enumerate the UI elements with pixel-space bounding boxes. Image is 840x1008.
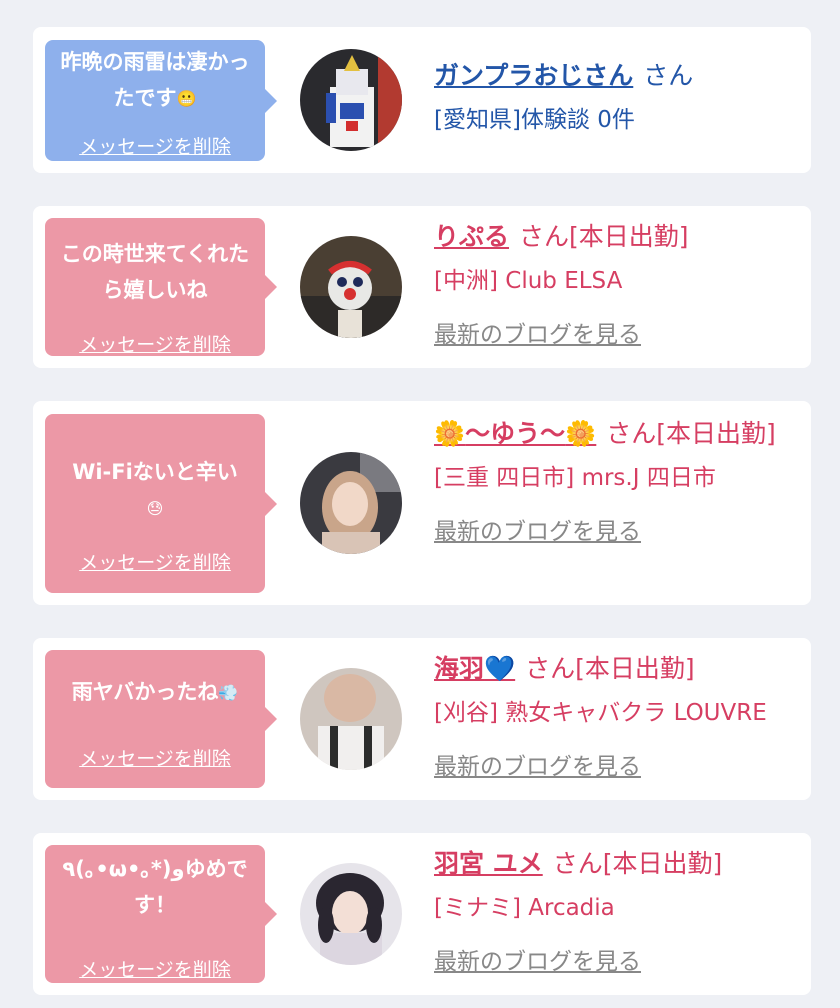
delete-message-link[interactable]: メッセージを削除 xyxy=(45,744,265,771)
message-card: この時世来てくれたら嬉しいね メッセージを削除 りぷる さん[本日出勤] [中洲]… xyxy=(33,206,811,368)
latest-blog-link[interactable]: 最新のブログを見る xyxy=(434,513,641,551)
user-name-link[interactable]: ガンプラおじさん xyxy=(434,61,633,90)
latest-blog-link[interactable]: 最新のブログを見る xyxy=(434,748,641,786)
honorific: さん[本日出勤] xyxy=(525,654,695,683)
delete-message-link[interactable]: メッセージを削除 xyxy=(45,330,265,357)
avatar[interactable] xyxy=(300,236,402,338)
user-info: 🌼〜ゆう〜🌼 さん[本日出勤] [三重 四日市] mrs.J 四日市 最新のブログ… xyxy=(434,415,803,551)
dash-emoji-icon: 💨 xyxy=(218,683,239,702)
flower-icon: 🌼 xyxy=(565,419,597,448)
user-info: 羽宮 ユメ さん[本日出勤] [ミナミ] Arcadia 最新のブログを見る xyxy=(434,845,803,981)
avatar[interactable] xyxy=(300,863,402,965)
avatar[interactable] xyxy=(300,49,402,151)
grimace-emoji-icon: 😬 xyxy=(176,89,197,108)
blue-heart-icon: 💙 xyxy=(484,654,516,683)
honorific: さん xyxy=(643,61,694,90)
delete-message-link[interactable]: メッセージを削除 xyxy=(45,548,265,575)
shop-detail: [刈谷] 熟女キャバクラ LOUVRE xyxy=(434,700,767,726)
latest-blog-link[interactable]: 最新のブログを見る xyxy=(434,943,641,981)
user-name-link[interactable]: 羽宮 ユメ xyxy=(434,849,543,878)
flower-icon: 🌼 xyxy=(434,419,466,448)
message-bubble: この時世来てくれたら嬉しいね メッセージを削除 xyxy=(45,218,277,357)
message-card: Wi-Fiないと辛い 😓 メッセージを削除 🌼〜ゆう〜🌼 さん[本日出勤] [三重 … xyxy=(33,401,811,605)
user-name-link[interactable]: りぷる xyxy=(434,222,509,251)
message-text: 雨ヤバかったね💨 xyxy=(71,680,239,704)
user-name-link[interactable]: 🌼〜ゆう〜🌼 xyxy=(434,419,596,448)
message-bubble: Wi-Fiないと辛い 😓 メッセージを削除 xyxy=(45,414,277,593)
delete-message-link[interactable]: メッセージを削除 xyxy=(45,132,265,159)
message-text: 昨晩の雨雷は凄かったです😬 xyxy=(60,50,250,110)
message-bubble: 昨晩の雨雷は凄かったです😬 メッセージを削除 xyxy=(45,40,277,161)
avatar[interactable] xyxy=(300,452,402,554)
shop-detail: [中洲] Club ELSA xyxy=(434,268,623,294)
honorific: さん[本日出勤] xyxy=(519,222,689,251)
message-text: この時世来てくれたら嬉しいね xyxy=(60,242,250,302)
delete-message-link[interactable]: メッセージを削除 xyxy=(45,955,265,982)
sweat-emoji-icon: 😓 xyxy=(146,499,164,518)
user-info: 海羽💙 さん[本日出勤] [刈谷] 熟女キャバクラ LOUVRE 最新のブログを見… xyxy=(434,650,803,786)
message-bubble: ٩(｡•ω•｡*)وゆめです！ メッセージを削除 xyxy=(45,845,277,983)
honorific: さん[本日出勤] xyxy=(552,849,723,878)
shop-detail: [三重 四日市] mrs.J 四日市 xyxy=(434,465,716,491)
shop-detail: [ミナミ] Arcadia xyxy=(434,895,615,921)
message-card: 雨ヤバかったね💨 メッセージを削除 海羽💙 さん[本日出勤] [刈谷] 熟女キャバ… xyxy=(33,638,811,800)
user-info: ガンプラおじさん さん [愛知県]体験談 0件 xyxy=(434,57,803,139)
message-card: 昨晩の雨雷は凄かったです😬 メッセージを削除 ガンプラおじさん さん [愛知県]体… xyxy=(33,27,811,173)
avatar[interactable] xyxy=(300,668,402,770)
user-name-link[interactable]: 海羽💙 xyxy=(434,654,515,683)
user-detail: [愛知県]体験談 0件 xyxy=(434,107,635,133)
message-card: ٩(｡•ω•｡*)وゆめです！ メッセージを削除 羽宮 ユメ さん[本日出勤] [… xyxy=(33,833,811,995)
honorific: さん[本日出勤] xyxy=(606,419,776,448)
user-info: りぷる さん[本日出勤] [中洲] Club ELSA 最新のブログを見る xyxy=(434,218,803,354)
message-text: ٩(｡•ω•｡*)وゆめです！ xyxy=(62,857,248,917)
latest-blog-link[interactable]: 最新のブログを見る xyxy=(434,316,641,354)
message-bubble: 雨ヤバかったね💨 メッセージを削除 xyxy=(45,650,277,788)
message-text: Wi-Fiないと辛い 😓 xyxy=(72,460,238,518)
